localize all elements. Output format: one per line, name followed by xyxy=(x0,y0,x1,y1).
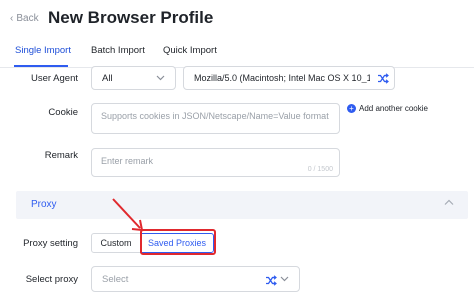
add-another-cookie-label: Add another cookie xyxy=(359,104,428,113)
add-another-cookie-button[interactable]: + Add another cookie xyxy=(347,104,428,113)
select-proxy-dropdown[interactable]: Select xyxy=(91,266,300,292)
remark-placeholder: Enter remark xyxy=(101,156,154,166)
platform-value: All xyxy=(102,72,113,84)
user-agent-input[interactable]: Mozilla/5.0 (Macintosh; Intel Mac OS X 1… xyxy=(183,66,395,90)
page-title: New Browser Profile xyxy=(48,8,214,27)
back-button[interactable]: ‹ Back xyxy=(10,13,39,24)
chevron-down-icon xyxy=(280,276,289,282)
annotation-arrow-icon xyxy=(112,198,144,232)
tab-quick-import[interactable]: Quick Import xyxy=(163,45,217,56)
proxy-setting-toggle: Custom Saved Proxies xyxy=(91,233,214,253)
cookie-label: Cookie xyxy=(48,107,78,118)
proxy-option-custom[interactable]: Custom xyxy=(91,233,141,253)
proxy-section-title: Proxy xyxy=(31,199,57,210)
shuffle-icon[interactable] xyxy=(265,275,277,286)
select-proxy-placeholder: Select xyxy=(102,273,129,285)
chevron-up-icon[interactable] xyxy=(444,199,454,206)
proxy-option-saved-proxies[interactable]: Saved Proxies xyxy=(140,233,214,253)
tab-batch-import[interactable]: Batch Import xyxy=(91,45,145,56)
chevron-left-icon: ‹ xyxy=(10,13,14,24)
remark-label: Remark xyxy=(44,150,78,161)
proxy-section-header[interactable]: Proxy xyxy=(16,191,468,219)
cookie-placeholder: Supports cookies in JSON/Netscape/Name=V… xyxy=(101,111,329,121)
proxy-setting-label: Proxy setting xyxy=(23,238,78,249)
import-tabs: Single Import Batch Import Quick Import xyxy=(0,38,474,68)
active-tab-indicator xyxy=(14,65,68,67)
remark-textarea[interactable]: Enter remark 0 / 1500 xyxy=(91,148,340,177)
user-agent-value: Mozilla/5.0 (Macintosh; Intel Mac OS X 1… xyxy=(194,73,370,83)
plus-circle-icon: + xyxy=(347,104,356,113)
user-agent-label: User Agent xyxy=(31,73,78,84)
select-proxy-label: Select proxy xyxy=(25,274,78,285)
remark-char-counter: 0 / 1500 xyxy=(307,166,333,173)
cookie-textarea[interactable]: Supports cookies in JSON/Netscape/Name=V… xyxy=(91,103,340,134)
tab-single-import[interactable]: Single Import xyxy=(15,45,71,56)
user-agent-platform-select[interactable]: All xyxy=(91,66,176,90)
page-header: ‹ Back New Browser Profile xyxy=(0,0,474,38)
back-label: Back xyxy=(16,13,39,24)
chevron-down-icon xyxy=(156,75,165,81)
shuffle-icon[interactable] xyxy=(377,73,389,84)
